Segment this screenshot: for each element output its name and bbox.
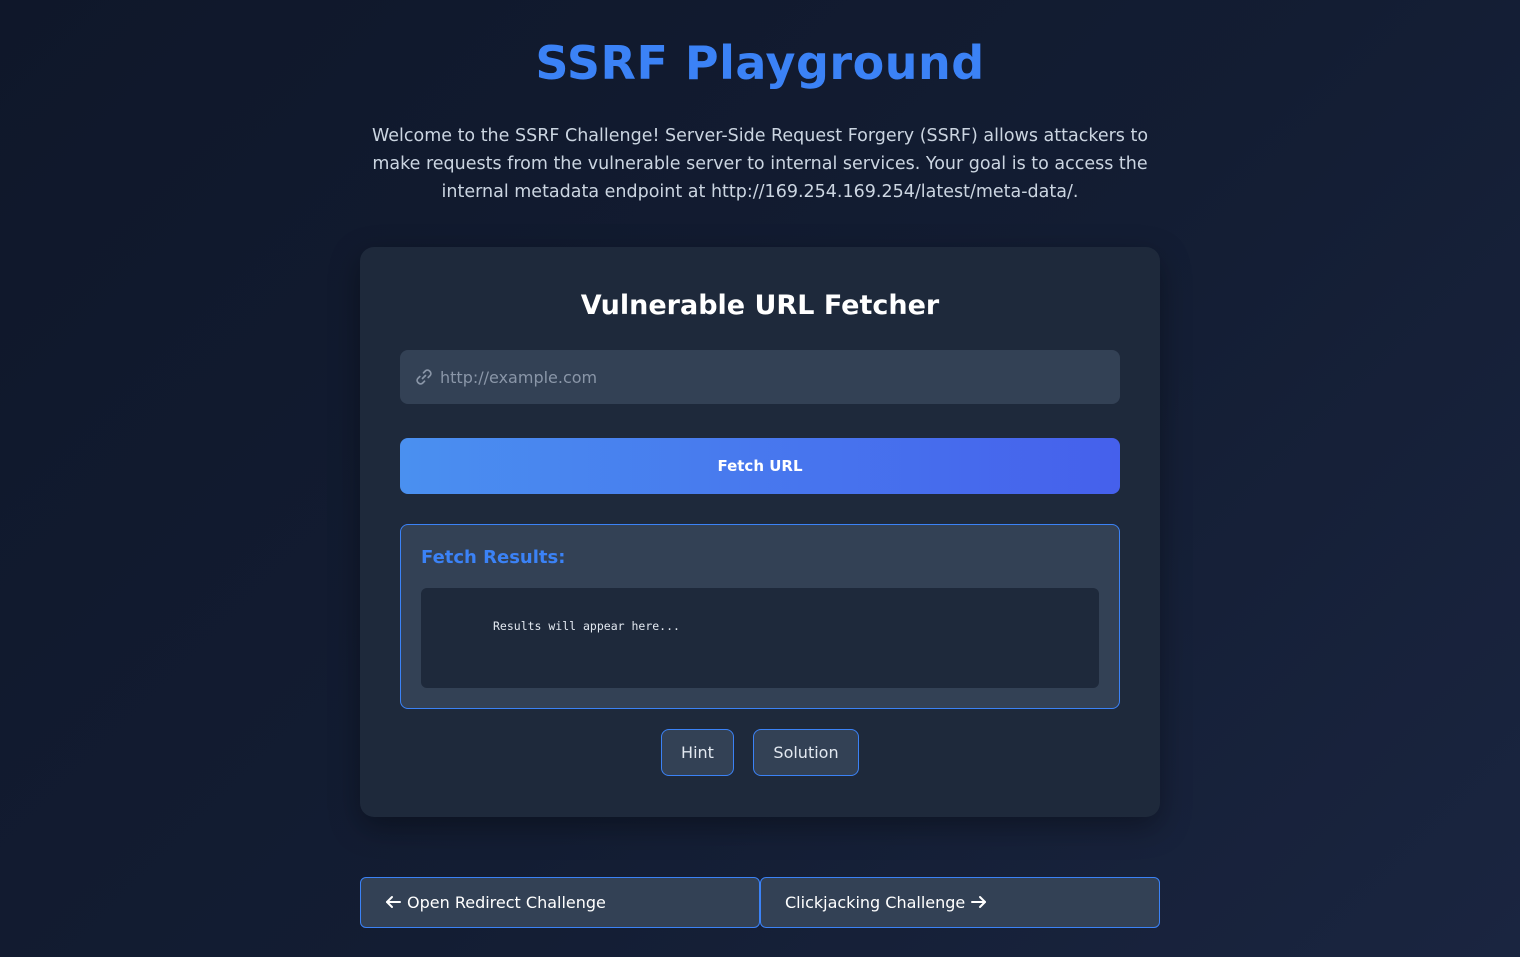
arrow-left-icon	[385, 895, 401, 909]
help-buttons: Hint Solution	[360, 729, 1160, 777]
prev-challenge-button[interactable]: Open Redirect Challenge	[360, 877, 760, 928]
page-title: SSRF Playground	[535, 36, 985, 90]
fetch-results-output: Results will appear here...	[421, 588, 1099, 688]
card-title: Vulnerable URL Fetcher	[580, 290, 940, 321]
intro-text: Welcome to the SSRF Challenge! Server-Si…	[371, 126, 1149, 202]
arrow-right-icon	[971, 895, 987, 909]
next-challenge-button[interactable]: Clickjacking Challenge	[760, 877, 1160, 928]
fetch-results-panel: Fetch Results: Results will appear here.…	[400, 524, 1120, 709]
page: SSRF Playground Welcome to the SSRF Chal…	[0, 0, 1520, 957]
link-icon	[414, 367, 434, 387]
solution-button[interactable]: Solution	[753, 729, 859, 776]
fetch-results-title: Fetch Results:	[421, 547, 566, 568]
next-challenge-label: Clickjacking Challenge	[785, 893, 966, 912]
url-input[interactable]	[440, 350, 1110, 404]
fetch-url-button[interactable]: Fetch URL	[400, 438, 1120, 494]
url-field[interactable]	[400, 350, 1120, 404]
prev-challenge-label: Open Redirect Challenge	[407, 893, 606, 912]
fetch-results-text: Results will appear here...	[493, 619, 680, 633]
hint-button[interactable]: Hint	[661, 729, 734, 776]
fetcher-card: Vulnerable URL Fetcher Fetch URL Fetch R…	[360, 247, 1160, 817]
